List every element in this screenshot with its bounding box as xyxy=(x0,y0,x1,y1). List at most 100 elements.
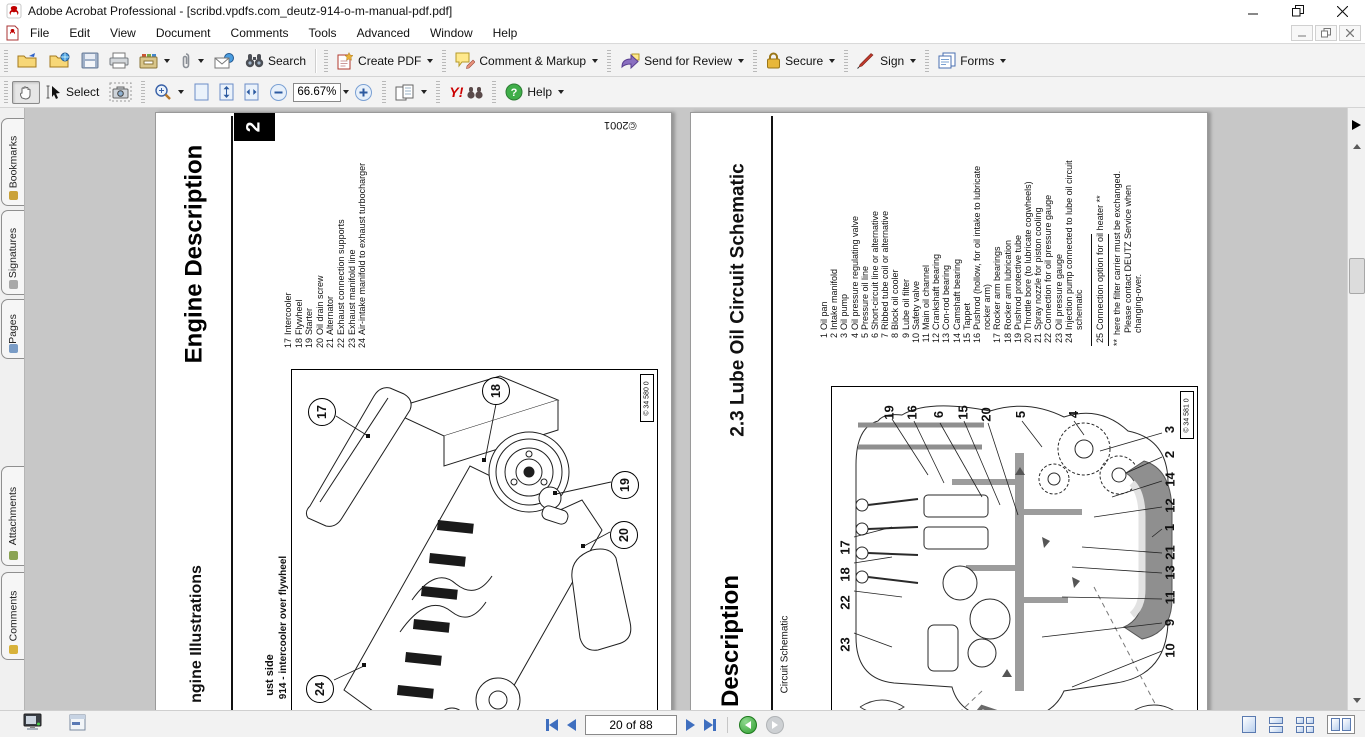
toolbar-gripper[interactable] xyxy=(4,50,8,72)
toolbar-gripper[interactable] xyxy=(141,81,145,103)
page-heading: 2.3 Lube Oil Circuit Schematic xyxy=(721,153,757,446)
parts-list-item: 20Throttle bore (to lubricate cogwheels) xyxy=(1023,156,1033,346)
menu-item[interactable]: Advanced xyxy=(347,24,420,42)
toolbar-gripper[interactable] xyxy=(607,50,611,72)
zoom-in-button[interactable] xyxy=(349,80,378,105)
right-page[interactable]: 2.3 Lube Oil Circuit Schematic 1Oil pan … xyxy=(690,112,1208,710)
continuous-facing-button[interactable] xyxy=(1296,717,1314,733)
forms-label: Forms xyxy=(960,54,994,68)
menu-item[interactable]: Comments xyxy=(221,24,299,42)
search-button[interactable]: Search xyxy=(240,50,311,71)
callout-6: 6 xyxy=(931,401,947,427)
dropdown-caret xyxy=(421,90,427,94)
comment-markup-button[interactable]: Comment & Markup xyxy=(450,49,603,72)
attach-button[interactable] xyxy=(175,49,209,73)
email-button[interactable] xyxy=(209,50,240,72)
attachments-tab[interactable]: Attachments xyxy=(1,466,24,566)
page-number-input[interactable] xyxy=(585,715,677,735)
scroll-up-button[interactable] xyxy=(1349,138,1365,154)
scrollbar-thumb[interactable] xyxy=(1349,258,1365,294)
last-page-button[interactable] xyxy=(704,719,716,731)
minimize-button[interactable] xyxy=(1230,0,1275,22)
bookmarks-tab[interactable]: Bookmarks xyxy=(1,118,24,206)
continuous-button[interactable] xyxy=(1269,717,1283,733)
create-pdf-icon xyxy=(337,52,354,70)
close-button[interactable] xyxy=(1320,0,1365,22)
fullscreen-button[interactable] xyxy=(22,713,43,736)
engine-illustration xyxy=(292,370,659,710)
fit-page-button[interactable] xyxy=(214,80,239,104)
signatures-tab-label: Signatures xyxy=(7,227,19,277)
open-web-button[interactable] xyxy=(44,49,76,72)
menu-item[interactable]: Edit xyxy=(59,24,100,42)
yahoo-binoculars-icon xyxy=(467,86,483,99)
previous-view-button[interactable] xyxy=(739,716,757,734)
zoom-tool-button[interactable] xyxy=(149,80,189,104)
footnote: **here the filter carrier must be exchan… xyxy=(1112,156,1143,346)
document-canvas[interactable]: 2 Engine Description ©2001 17Intercooler xyxy=(25,108,1347,710)
toolbar-gripper[interactable] xyxy=(925,50,929,72)
toolbar-gripper[interactable] xyxy=(844,50,848,72)
select-tool-button[interactable]: Select xyxy=(40,81,104,103)
sign-button[interactable]: Sign xyxy=(852,50,921,72)
snapshot-tool-button[interactable] xyxy=(104,79,137,105)
save-icon xyxy=(81,52,99,69)
page-layout-button[interactable] xyxy=(390,81,432,104)
zoom-out-icon xyxy=(269,83,288,102)
acrobat-logo-icon xyxy=(6,3,22,19)
menu-item[interactable]: View xyxy=(100,24,146,42)
single-page-button[interactable] xyxy=(1242,716,1256,733)
facing-button[interactable] xyxy=(1327,715,1355,734)
doc-restore-button[interactable] xyxy=(1315,25,1337,41)
signatures-tab[interactable]: Signatures xyxy=(1,210,24,295)
dropdown-caret xyxy=(592,59,598,63)
hand-tool-button[interactable] xyxy=(12,81,40,104)
menu-bar: FileEditViewDocumentCommentsToolsAdvance… xyxy=(0,22,1365,44)
yim-search-button[interactable]: Y! xyxy=(444,81,488,103)
forms-button[interactable]: Forms xyxy=(933,49,1011,72)
view-mode-buttons xyxy=(1242,711,1355,737)
help-button[interactable]: ? Help xyxy=(500,80,569,104)
menu-item[interactable]: Window xyxy=(420,24,483,42)
menu-item[interactable]: Help xyxy=(483,24,528,42)
toolbar-gripper[interactable] xyxy=(492,81,496,103)
restore-button[interactable] xyxy=(1275,0,1320,22)
toolbar-gripper[interactable] xyxy=(382,81,386,103)
next-view-button[interactable] xyxy=(766,716,784,734)
create-pdf-button[interactable]: Create PDF xyxy=(332,49,438,73)
chapter-rule xyxy=(231,116,233,710)
fit-width-button[interactable] xyxy=(239,80,264,104)
menu-item[interactable]: File xyxy=(20,24,59,42)
first-page-button[interactable] xyxy=(546,719,558,731)
callout-18: 18 xyxy=(837,561,853,587)
scroll-down-button[interactable] xyxy=(1349,692,1365,708)
toolbar-gripper[interactable] xyxy=(753,50,757,72)
doc-close-button[interactable] xyxy=(1339,25,1361,41)
comments-tab[interactable]: Comments xyxy=(1,572,24,660)
pages-tab[interactable]: Pages xyxy=(1,299,24,359)
next-page-button[interactable] xyxy=(686,719,695,731)
zoom-level-input[interactable] xyxy=(293,83,341,102)
dropdown-caret xyxy=(198,59,204,63)
secure-button[interactable]: Secure xyxy=(761,49,840,72)
open-button[interactable] xyxy=(12,49,44,72)
doc-minimize-button[interactable] xyxy=(1291,25,1313,41)
toolbar-gripper[interactable] xyxy=(324,50,328,72)
zoom-out-button[interactable] xyxy=(264,80,293,105)
menu-item[interactable]: Document xyxy=(146,24,221,42)
menu-item[interactable]: Tools xyxy=(299,24,347,42)
toolbar-gripper[interactable] xyxy=(442,50,446,72)
organizer-button[interactable] xyxy=(134,50,175,72)
toolbar-toggle-button[interactable] xyxy=(69,714,86,736)
left-page[interactable]: 2 Engine Description ©2001 17Intercooler xyxy=(155,112,672,710)
toolbar-gripper[interactable] xyxy=(436,81,440,103)
actual-size-button[interactable] xyxy=(189,80,214,104)
comment-markup-label: Comment & Markup xyxy=(479,54,586,68)
save-button[interactable] xyxy=(76,49,104,72)
toolbar-overflow-button[interactable] xyxy=(1352,120,1361,130)
send-for-review-button[interactable]: Send for Review xyxy=(615,50,749,72)
figure-code: © 34 581 0 xyxy=(1180,391,1194,439)
previous-page-button[interactable] xyxy=(567,719,576,731)
print-button[interactable] xyxy=(104,49,134,72)
toolbar-gripper[interactable] xyxy=(4,81,8,103)
